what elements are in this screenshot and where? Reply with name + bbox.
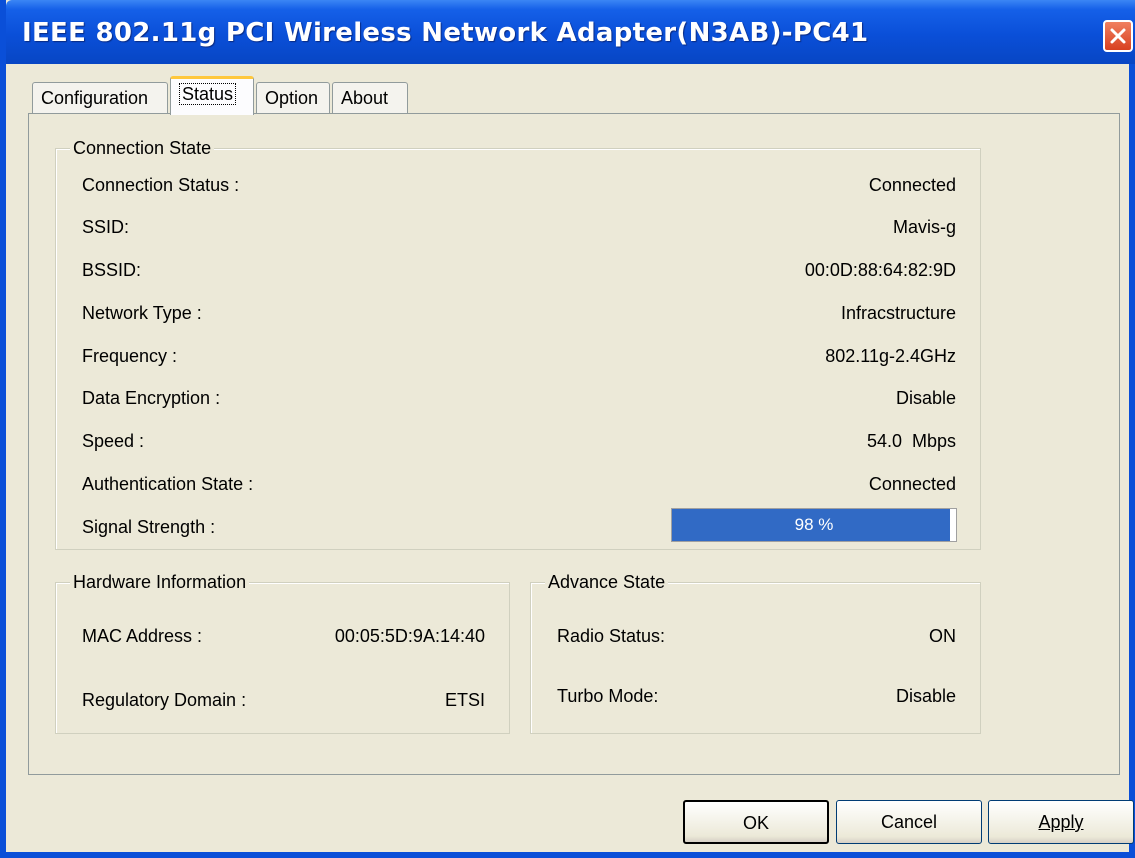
hardware-information-legend: Hardware Information: [70, 571, 250, 593]
row-bssid: BSSID: 00:0D:88:64:82:9D: [56, 259, 980, 283]
bssid-label: BSSID:: [82, 260, 142, 280]
tab-configuration-label: Configuration: [41, 88, 149, 108]
signal-strength-text: 98 %: [794, 515, 834, 534]
frequency-value: 802.11g-2.4GHz: [825, 346, 956, 366]
ssid-label: SSID:: [82, 217, 130, 237]
apply-button[interactable]: Apply: [988, 800, 1134, 844]
connection-status-label: Connection Status :: [82, 175, 240, 195]
network-type-label: Network Type :: [82, 303, 202, 323]
close-icon: [1110, 28, 1126, 44]
tab-status[interactable]: Status: [170, 76, 254, 115]
close-button[interactable]: [1103, 20, 1133, 52]
turbo-mode-value: Disable: [895, 686, 956, 706]
regulatory-domain-value: ETSI: [444, 690, 485, 710]
row-network-type: Network Type : Infracstructure: [56, 302, 980, 326]
title-bar[interactable]: IEEE 802.11g PCI Wireless Network Adapte…: [6, 0, 1135, 64]
network-type-value: Infracstructure: [840, 303, 956, 323]
mac-address-value: 00:05:5D:9A:14:40: [334, 626, 485, 646]
tab-option[interactable]: Option: [256, 82, 330, 114]
apply-mnemonic: Apply: [1038, 812, 1084, 832]
mac-address-label: MAC Address :: [82, 626, 203, 646]
frequency-label: Frequency :: [82, 346, 178, 366]
radio-status-label: Radio Status:: [557, 626, 666, 646]
tab-configuration[interactable]: Configuration: [32, 82, 168, 114]
dialog-window: IEEE 802.11g PCI Wireless Network Adapte…: [0, 0, 1135, 858]
hardware-information-group: Hardware Information MAC Address : 00:05…: [55, 571, 510, 734]
tab-option-label: Option: [265, 88, 319, 108]
signal-strength-bar: 98 %: [671, 508, 957, 542]
speed-label: Speed :: [82, 431, 145, 451]
row-turbo-mode: Turbo Mode: Disable: [531, 685, 980, 709]
advance-state-group: Advance State Radio Status: ON Turbo Mod…: [530, 571, 981, 734]
row-radio-status: Radio Status: ON: [531, 625, 980, 649]
radio-status-value: ON: [929, 626, 956, 646]
status-tab-panel: Connection State Connection Status : Con…: [28, 113, 1120, 775]
cancel-button[interactable]: Cancel: [836, 800, 982, 844]
tab-status-label: Status: [179, 83, 237, 105]
signal-strength-label: Signal Strength :: [82, 517, 216, 537]
tab-about-label: About: [341, 88, 389, 108]
advance-state-legend: Advance State: [545, 571, 669, 593]
bssid-value: 00:0D:88:64:82:9D: [804, 260, 956, 280]
connection-state-legend: Connection State: [70, 137, 215, 159]
row-data-encryption: Data Encryption : Disable: [56, 387, 980, 411]
row-ssid: SSID: Mavis-g: [56, 216, 980, 240]
row-frequency: Frequency : 802.11g-2.4GHz: [56, 345, 980, 369]
data-encryption-label: Data Encryption :: [82, 388, 221, 408]
row-authentication-state: Authentication State : Connected: [56, 473, 980, 497]
ok-button[interactable]: OK: [683, 800, 829, 844]
ssid-value: Mavis-g: [892, 217, 956, 237]
regulatory-domain-label: Regulatory Domain :: [82, 690, 247, 710]
row-connection-status: Connection Status : Connected: [56, 174, 980, 198]
authentication-state-value: Connected: [868, 474, 956, 494]
tab-about[interactable]: About: [332, 82, 408, 114]
window-title: IEEE 802.11g PCI Wireless Network Adapte…: [22, 18, 869, 48]
row-mac-address: MAC Address : 00:05:5D:9A:14:40: [56, 625, 509, 649]
row-speed: Speed : 54.0 Mbps: [56, 430, 980, 454]
connection-state-group: Connection State Connection Status : Con…: [55, 137, 981, 550]
authentication-state-label: Authentication State :: [82, 474, 254, 494]
turbo-mode-label: Turbo Mode:: [557, 686, 659, 706]
speed-value: 54.0 Mbps: [866, 431, 956, 451]
connection-status-value: Connected: [868, 175, 956, 195]
data-encryption-value: Disable: [895, 388, 956, 408]
row-regulatory-domain: Regulatory Domain : ETSI: [56, 689, 509, 713]
